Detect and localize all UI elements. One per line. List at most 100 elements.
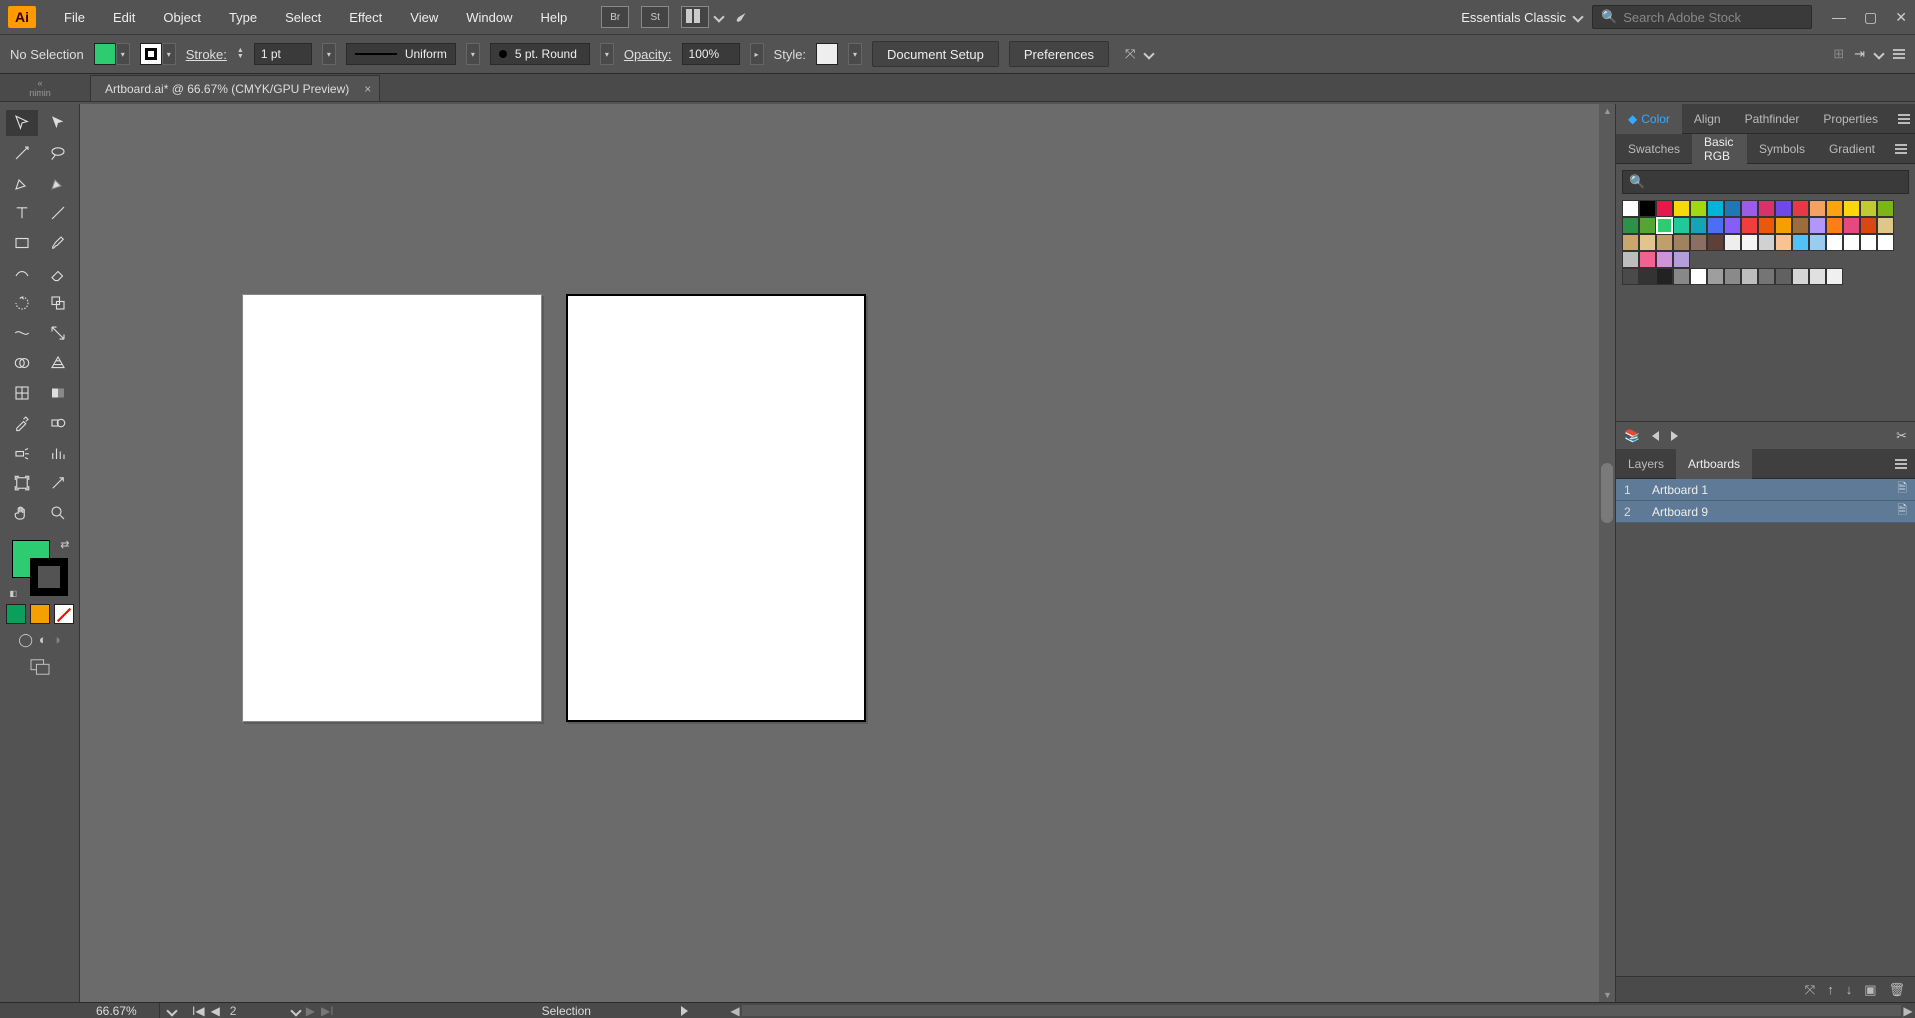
- swatch-cell[interactable]: [1809, 200, 1826, 217]
- tab-gradient[interactable]: Gradient: [1817, 134, 1887, 164]
- tab-swatches[interactable]: Swatches: [1616, 134, 1692, 164]
- swatch-cell[interactable]: [1809, 268, 1826, 285]
- swatch-cell[interactable]: [1741, 217, 1758, 234]
- menu-help[interactable]: Help: [526, 0, 581, 34]
- swatch-search-input[interactable]: 🔍: [1622, 170, 1909, 194]
- color-fill-toggle[interactable]: [6, 604, 26, 624]
- swatch-cell[interactable]: [1792, 268, 1809, 285]
- menu-select[interactable]: Select: [271, 0, 335, 34]
- menu-window[interactable]: Window: [452, 0, 526, 34]
- brush-definition[interactable]: 5 pt. Round: [490, 43, 590, 65]
- screen-mode-icon[interactable]: [29, 658, 51, 679]
- swatch-cell[interactable]: [1656, 251, 1673, 268]
- eraser-tool[interactable]: [42, 260, 74, 286]
- swatch-cell[interactable]: [1673, 234, 1690, 251]
- fill-dropdown[interactable]: ▾: [116, 43, 130, 65]
- line-tool[interactable]: [42, 200, 74, 226]
- swatch-cell[interactable]: [1639, 251, 1656, 268]
- swatch-cell[interactable]: [1724, 268, 1741, 285]
- minimize-button[interactable]: —: [1832, 9, 1846, 26]
- tab-pathfinder[interactable]: Pathfinder: [1733, 104, 1812, 134]
- swatch-cell[interactable]: [1775, 217, 1792, 234]
- mesh-tool[interactable]: [6, 380, 38, 406]
- align-panel-dropdown[interactable]: [1873, 48, 1884, 59]
- zoom-dropdown[interactable]: [166, 1005, 177, 1016]
- arrange-docs-dropdown[interactable]: [714, 11, 725, 22]
- swatch-cell[interactable]: [1707, 200, 1724, 217]
- horizontal-scrollbar[interactable]: ◀ ▶: [728, 1004, 1915, 1017]
- free-transform-tool[interactable]: [42, 320, 74, 346]
- opacity-input[interactable]: 100%: [682, 43, 740, 65]
- move-up-icon[interactable]: ↑: [1827, 982, 1834, 997]
- swatch-cell[interactable]: [1724, 217, 1741, 234]
- swatch-cell[interactable]: [1792, 217, 1809, 234]
- align-to-icon[interactable]: ⤧: [1125, 46, 1135, 62]
- swatch-cell[interactable]: [1690, 268, 1707, 285]
- first-artboard-icon[interactable]: I◀: [192, 1004, 205, 1018]
- zoom-tool[interactable]: [42, 500, 74, 526]
- next-library-icon[interactable]: [1671, 431, 1678, 441]
- tab-align[interactable]: Align: [1682, 104, 1733, 134]
- document-tab[interactable]: Artboard.ai* @ 66.67% (CMYK/GPU Preview)…: [90, 75, 380, 101]
- graphic-style-dropdown[interactable]: ▾: [848, 43, 862, 65]
- menu-view[interactable]: View: [396, 0, 452, 34]
- tab-layers[interactable]: Layers: [1616, 449, 1676, 479]
- panel1-menu-icon[interactable]: [1890, 114, 1915, 124]
- swatch-cell[interactable]: [1860, 200, 1877, 217]
- tab-artboards[interactable]: Artboards: [1676, 449, 1752, 479]
- last-artboard-icon[interactable]: ▶I: [321, 1004, 334, 1018]
- swatch-cell[interactable]: [1639, 217, 1656, 234]
- swatch-cell[interactable]: [1707, 234, 1724, 251]
- curvature-tool[interactable]: [42, 170, 74, 196]
- swatch-cell[interactable]: [1707, 217, 1724, 234]
- artboard-options-icon[interactable]: 🗎: [1897, 479, 1907, 500]
- blend-tool[interactable]: [42, 410, 74, 436]
- swatch-cell[interactable]: [1758, 234, 1775, 251]
- selection-tool[interactable]: [6, 110, 38, 136]
- scroll-right-icon[interactable]: ▶: [1901, 1004, 1915, 1018]
- preferences-button[interactable]: Preferences: [1009, 41, 1109, 67]
- transform-panel-icon[interactable]: ⊞: [1833, 46, 1844, 62]
- document-setup-button[interactable]: Document Setup: [872, 41, 999, 67]
- swatch-cell[interactable]: [1860, 234, 1877, 251]
- prev-artboard-icon[interactable]: ◀: [211, 1004, 220, 1018]
- stroke-dropdown[interactable]: ▾: [162, 43, 176, 65]
- swatch-cell[interactable]: [1792, 234, 1809, 251]
- swatch-cell[interactable]: [1741, 234, 1758, 251]
- hand-tool[interactable]: [6, 500, 38, 526]
- artboard-number-dropdown[interactable]: [290, 1005, 301, 1016]
- swatch-cell[interactable]: [1758, 217, 1775, 234]
- fill-stroke-control[interactable]: ⇄ ◧: [10, 538, 70, 598]
- rearrange-artboards-icon[interactable]: ⤧: [1805, 982, 1815, 998]
- add-to-swatches-icon[interactable]: ✂: [1896, 428, 1907, 444]
- swatch-cell[interactable]: [1741, 268, 1758, 285]
- stroke-swatch[interactable]: [140, 43, 162, 65]
- type-tool[interactable]: [6, 200, 38, 226]
- move-down-icon[interactable]: ↓: [1846, 982, 1853, 997]
- swatch-cell[interactable]: [1656, 217, 1673, 234]
- none-fill-toggle[interactable]: [54, 604, 74, 624]
- swatch-cell[interactable]: [1673, 217, 1690, 234]
- swatch-cell[interactable]: [1622, 251, 1639, 268]
- artboard-row[interactable]: 2Artboard 9🗎: [1616, 501, 1915, 523]
- draw-normal-icon[interactable]: ◯: [18, 632, 33, 648]
- swatch-cell[interactable]: [1809, 217, 1826, 234]
- library-menu-icon[interactable]: 📚: [1624, 428, 1640, 444]
- swatch-cell[interactable]: [1877, 234, 1894, 251]
- tab-symbols[interactable]: Symbols: [1747, 134, 1817, 164]
- swatch-cell[interactable]: [1860, 217, 1877, 234]
- stroke-weight-stepper[interactable]: ▲▼: [237, 48, 244, 60]
- bridge-icon[interactable]: Br: [601, 6, 629, 28]
- stroke-weight-input[interactable]: 1 pt: [254, 43, 312, 65]
- lasso-tool[interactable]: [42, 140, 74, 166]
- magic-wand-tool[interactable]: [6, 140, 38, 166]
- close-button[interactable]: ✕: [1895, 9, 1907, 26]
- swatch-cell[interactable]: [1639, 234, 1656, 251]
- width-tool[interactable]: [6, 320, 38, 346]
- swatch-cell[interactable]: [1656, 234, 1673, 251]
- delete-artboard-icon[interactable]: 🗑: [1888, 982, 1905, 998]
- scale-tool[interactable]: [42, 290, 74, 316]
- swatch-cell[interactable]: [1622, 268, 1639, 285]
- default-fill-stroke-icon[interactable]: ◧: [10, 589, 18, 598]
- direct-selection-tool[interactable]: [42, 110, 74, 136]
